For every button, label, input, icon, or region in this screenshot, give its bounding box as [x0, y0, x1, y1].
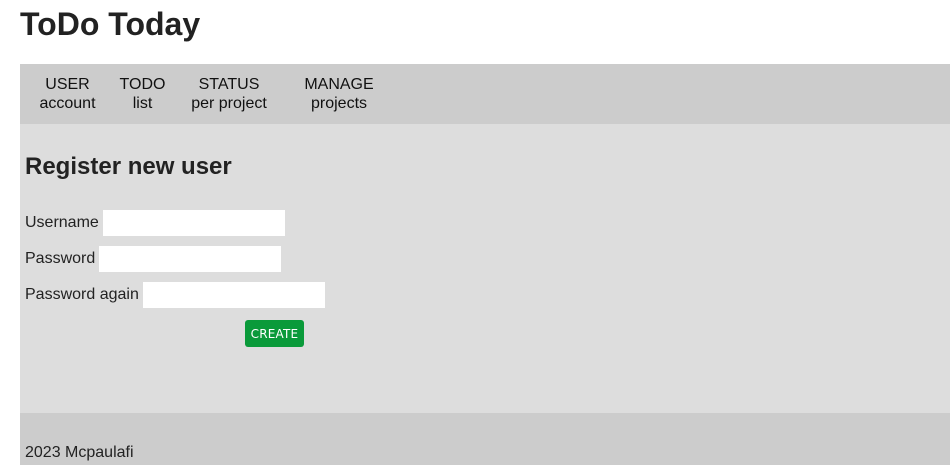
password-again-label: Password again — [25, 286, 139, 303]
nav-item-line1: STATUS — [198, 76, 260, 93]
password-again-input[interactable] — [142, 282, 325, 308]
nav-item-line1: MANAGE — [304, 76, 374, 93]
nav-item-status-per-project[interactable]: STATUS per project — [180, 75, 278, 113]
app-title: ToDo Today — [20, 6, 201, 42]
password-row: Password — [25, 246, 282, 272]
password-label: Password — [25, 250, 96, 267]
nav-item-todo-list[interactable]: TODO list — [115, 75, 170, 113]
password-again-row: Password again — [25, 282, 325, 308]
nav-item-manage-projects[interactable]: MANAGE projects — [296, 75, 382, 113]
page: ToDo Today USER account TODO list STATUS… — [0, 0, 950, 465]
username-label: Username — [25, 214, 99, 231]
username-input[interactable] — [102, 210, 285, 236]
nav-item-user-account[interactable]: USER account — [30, 75, 105, 113]
username-row: Username — [25, 210, 285, 236]
create-button[interactable]: CREATE — [245, 320, 304, 347]
nav-item-line1: USER — [45, 76, 90, 93]
register-panel: Register new user Username Password Pass… — [20, 124, 950, 413]
footer: 2023 Mcpaulafi — [20, 413, 950, 465]
nav-item-line2: projects — [310, 95, 368, 112]
nav-item-line2: per project — [191, 95, 267, 112]
footer-copyright: 2023 Mcpaulafi — [25, 444, 134, 461]
password-input[interactable] — [99, 246, 282, 272]
main-nav: USER account TODO list STATUS per projec… — [20, 64, 950, 124]
nav-item-line2: list — [132, 95, 153, 112]
form-title: Register new user — [25, 153, 232, 180]
nav-item-line2: account — [39, 95, 96, 112]
nav-item-line1: TODO — [119, 76, 166, 93]
